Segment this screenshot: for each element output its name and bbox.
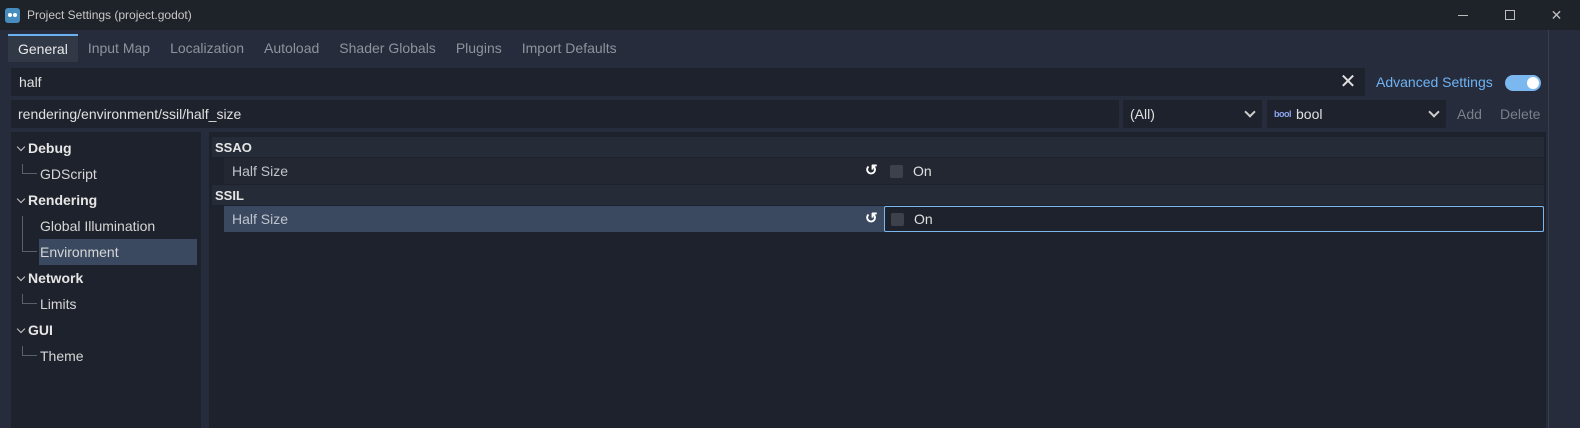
chevron-down-icon bbox=[16, 324, 26, 334]
minimize-icon bbox=[1457, 14, 1468, 16]
property-path-field bbox=[11, 100, 1119, 128]
type-value: bool bbox=[1296, 106, 1323, 122]
property-row-ssao-half-size[interactable]: Half Size ↺ On bbox=[224, 158, 1544, 184]
revert-icon[interactable]: ↺ bbox=[865, 163, 881, 179]
window-controls: ✕ bbox=[1439, 0, 1580, 30]
advanced-settings-label: Advanced Settings bbox=[1376, 74, 1493, 90]
property-value-editor[interactable]: On bbox=[884, 206, 1544, 232]
window-title: Project Settings (project.godot) bbox=[27, 8, 192, 22]
delete-button[interactable]: Delete bbox=[1500, 106, 1540, 122]
minimize-button[interactable] bbox=[1439, 0, 1486, 30]
chevron-down-icon bbox=[1244, 106, 1256, 118]
clear-search-icon[interactable]: ✕ bbox=[1339, 72, 1357, 92]
tree-item-environment[interactable]: Environment bbox=[39, 239, 197, 265]
add-button[interactable]: Add bbox=[1457, 106, 1482, 122]
advanced-settings-toggle[interactable] bbox=[1505, 75, 1541, 91]
section-tree: Debug GDScript Rendering Global Illumina… bbox=[11, 132, 201, 428]
tree-item-gdscript[interactable]: GDScript bbox=[11, 161, 201, 187]
title-bar: Project Settings (project.godot) ✕ bbox=[0, 0, 1580, 30]
close-button[interactable]: ✕ bbox=[1533, 0, 1580, 30]
property-label: Half Size bbox=[232, 211, 289, 227]
godot-logo-icon bbox=[5, 7, 20, 23]
chevron-down-icon bbox=[16, 272, 26, 282]
tab-plugins[interactable]: Plugins bbox=[446, 34, 512, 62]
project-settings-window: Project Settings (project.godot) ✕ Gener… bbox=[0, 0, 1580, 428]
tree-category-debug[interactable]: Debug bbox=[11, 135, 201, 161]
property-value-editor[interactable]: On bbox=[884, 158, 1544, 184]
tree-item-theme[interactable]: Theme bbox=[11, 343, 201, 369]
section-header-ssil[interactable]: SSIL bbox=[212, 185, 1544, 205]
type-dropdown[interactable]: bool bool bbox=[1267, 100, 1446, 128]
settings-tabs: General Input Map Localization Autoload … bbox=[8, 34, 627, 62]
chevron-down-icon bbox=[16, 194, 26, 204]
tab-import-defaults[interactable]: Import Defaults bbox=[512, 34, 627, 62]
tree-item-label: Limits bbox=[40, 296, 77, 312]
bool-type-icon: bool bbox=[1274, 109, 1292, 119]
search-field: ✕ bbox=[11, 68, 1365, 96]
checkbox[interactable] bbox=[890, 164, 903, 178]
tab-general[interactable]: General bbox=[8, 34, 78, 62]
toggle-knob bbox=[1527, 77, 1539, 89]
chevron-down-icon bbox=[16, 142, 26, 152]
tree-guide-line bbox=[22, 251, 37, 252]
tree-item-label: Theme bbox=[40, 348, 84, 364]
tab-input-map[interactable]: Input Map bbox=[78, 34, 160, 62]
property-row-ssil-half-size[interactable]: Half Size ↺ On bbox=[224, 206, 1544, 232]
checkbox-label: On bbox=[913, 163, 932, 179]
tree-item-label: Global Illumination bbox=[40, 218, 156, 234]
close-icon: ✕ bbox=[1550, 6, 1563, 23]
tab-autoload[interactable]: Autoload bbox=[254, 34, 329, 62]
feature-filter-dropdown[interactable]: (All) bbox=[1123, 100, 1262, 128]
tree-category-label: GUI bbox=[28, 322, 53, 338]
tab-shader-globals[interactable]: Shader Globals bbox=[329, 34, 446, 62]
property-inspector: SSAO Half Size ↺ On SSIL Half Size ↺ On bbox=[209, 132, 1546, 428]
checkbox[interactable] bbox=[891, 212, 904, 226]
maximize-button[interactable] bbox=[1486, 0, 1533, 30]
chevron-down-icon bbox=[1428, 106, 1440, 118]
maximize-icon bbox=[1504, 10, 1515, 20]
tab-localization[interactable]: Localization bbox=[160, 34, 254, 62]
tree-category-label: Rendering bbox=[28, 192, 98, 208]
tree-category-network[interactable]: Network bbox=[11, 265, 201, 291]
tree-item-label: GDScript bbox=[40, 166, 97, 182]
property-path-input[interactable] bbox=[18, 106, 1108, 122]
section-header-ssao[interactable]: SSAO bbox=[212, 137, 1544, 157]
tree-category-label: Network bbox=[28, 270, 84, 286]
search-input[interactable] bbox=[19, 74, 1319, 90]
tree-category-rendering[interactable]: Rendering bbox=[11, 187, 201, 213]
tree-item-label: Environment bbox=[40, 244, 119, 260]
checkbox-label: On bbox=[914, 211, 933, 227]
window-edge-divider bbox=[1548, 30, 1549, 428]
tree-category-label: Debug bbox=[28, 140, 72, 156]
revert-icon[interactable]: ↺ bbox=[865, 211, 881, 227]
tree-item-global-illumination[interactable]: Global Illumination bbox=[11, 213, 201, 239]
tree-item-limits[interactable]: Limits bbox=[11, 291, 201, 317]
tree-category-gui[interactable]: GUI bbox=[11, 317, 201, 343]
property-label: Half Size bbox=[232, 163, 289, 179]
feature-filter-value: (All) bbox=[1130, 106, 1155, 122]
